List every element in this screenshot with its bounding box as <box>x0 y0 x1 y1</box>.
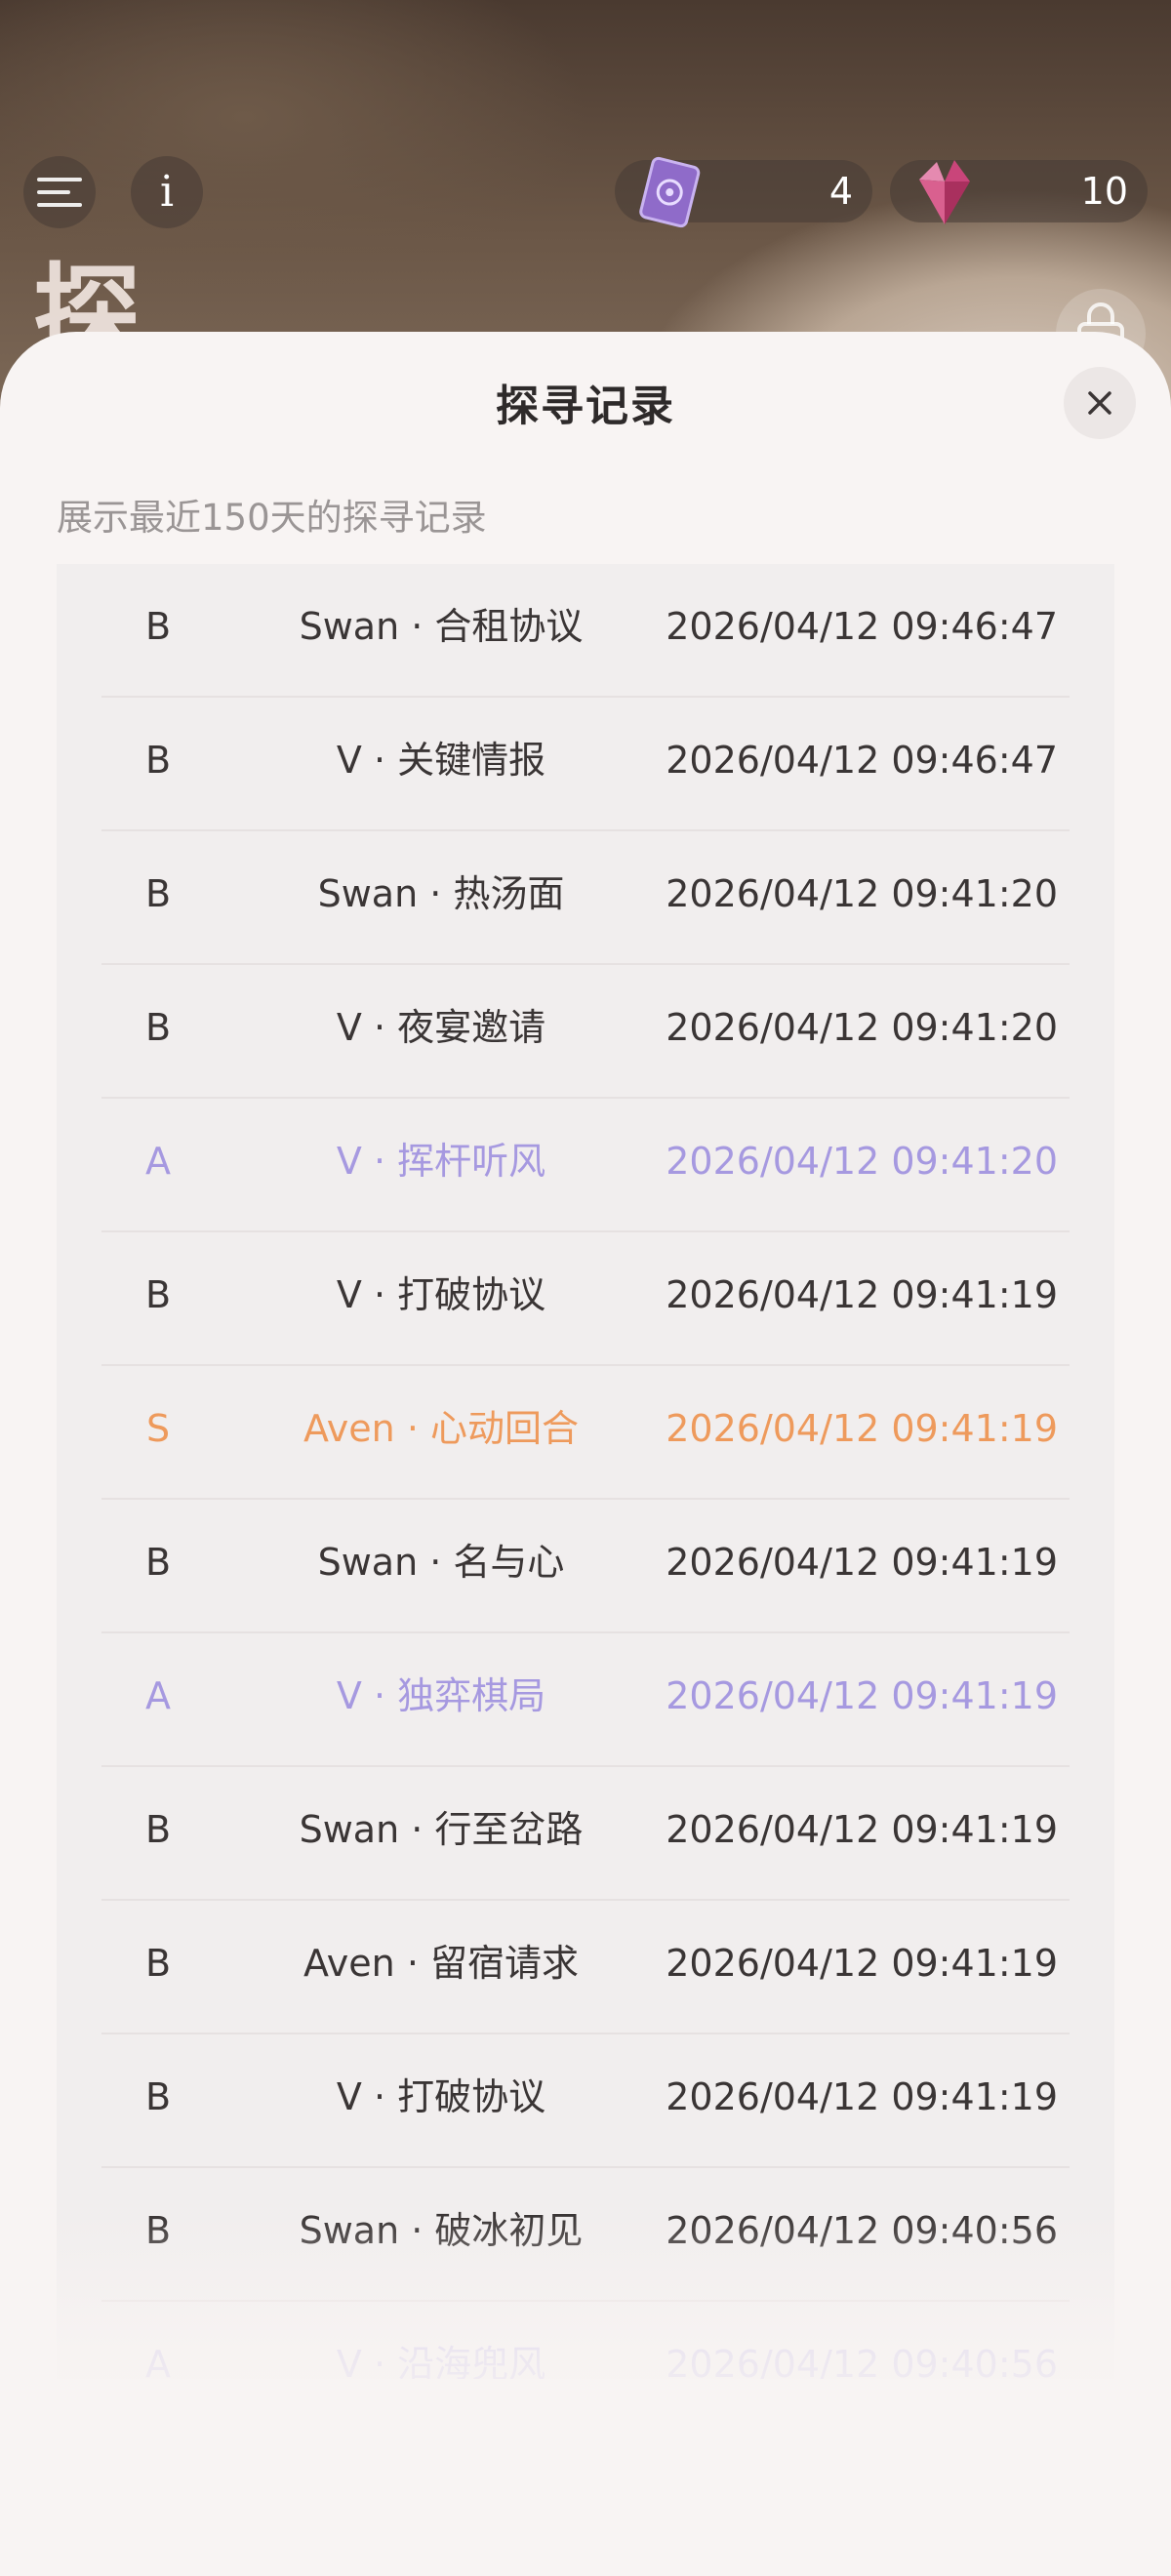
record-row: B Swan · 行至岔路 2026/04/12 09:41:19 <box>101 1767 1070 1901</box>
record-name: Swan · 热汤面 <box>317 872 565 915</box>
record-time: 2026/04/12 09:41:19 <box>666 1407 1058 1450</box>
record-period-note: 展示最近150天的探寻记录 <box>57 497 487 539</box>
record-time: 2026/04/12 09:46:47 <box>666 739 1058 782</box>
record-row: B Swan · 名与心 2026/04/12 09:41:19 <box>101 1500 1070 1633</box>
record-row: A V · 挥杆听风 2026/04/12 09:41:20 <box>101 1099 1070 1232</box>
record-rank: A <box>145 1140 171 1183</box>
record-rank: B <box>144 1808 172 1851</box>
record-rank: B <box>144 1541 172 1584</box>
close-icon <box>1088 391 1111 415</box>
record-time: 2026/04/12 09:46:47 <box>666 605 1058 648</box>
info-button[interactable]: i <box>131 156 203 228</box>
record-time: 2026/04/12 09:41:19 <box>666 1674 1058 1717</box>
record-name: Aven · 留宿请求 <box>303 1942 579 1985</box>
record-time: 2026/04/12 09:41:19 <box>666 1273 1058 1316</box>
pink-crystal-icon <box>919 160 970 224</box>
record-rank: S <box>145 1407 171 1450</box>
record-rank: B <box>144 1273 172 1316</box>
record-modal: 探寻记录 展示最近150天的探寻记录 B Swan · 合租协议 2026/04/1… <box>0 332 1171 2576</box>
record-time: 2026/04/12 09:41:19 <box>666 1541 1058 1584</box>
record-rank: B <box>144 2075 172 2118</box>
record-rank: B <box>144 1942 172 1985</box>
currency-card[interactable]: 4 <box>615 156 872 228</box>
record-name: V · 打破协议 <box>336 1273 546 1316</box>
record-time: 2026/04/12 09:41:19 <box>666 2075 1058 2118</box>
currency-crystal[interactable]: 10 <box>890 160 1148 224</box>
record-name: V · 打破协议 <box>336 2075 546 2118</box>
record-row: A V · 独弈棋局 2026/04/12 09:41:19 <box>101 1633 1070 1767</box>
record-name: V · 挥杆听风 <box>336 1140 546 1183</box>
record-name: V · 夜宴邀请 <box>336 1006 546 1049</box>
record-name: Swan · 行至岔路 <box>299 1808 584 1851</box>
record-row: B V · 夜宴邀请 2026/04/12 09:41:20 <box>101 965 1070 1099</box>
record-name: Swan · 名与心 <box>317 1541 565 1584</box>
record-time: 2026/04/12 09:41:19 <box>666 1942 1058 1985</box>
record-row: S Aven · 心动回合 2026/04/12 09:41:19 <box>101 1366 1070 1500</box>
record-name: V · 独弈棋局 <box>336 1674 546 1717</box>
info-icon: i <box>159 167 175 217</box>
record-row: B Aven · 留宿请求 2026/04/12 09:41:19 <box>101 1901 1070 2034</box>
record-row: B V · 关键情报 2026/04/12 09:46:47 <box>101 698 1070 831</box>
record-name: Swan · 合租协议 <box>299 605 584 648</box>
record-rank: B <box>144 739 172 782</box>
record-row: B V · 打破协议 2026/04/12 09:41:19 <box>101 2034 1070 2168</box>
close-button[interactable] <box>1064 367 1136 439</box>
record-rank: A <box>145 1674 171 1717</box>
record-rank: B <box>144 1006 172 1049</box>
record-name: V · 关键情报 <box>336 739 546 782</box>
record-time: 2026/04/12 09:41:20 <box>666 1006 1058 1049</box>
record-time: 2026/04/12 09:41:19 <box>666 1808 1058 1851</box>
record-time: 2026/04/12 09:41:20 <box>666 872 1058 915</box>
modal-title: 探寻记录 <box>496 382 675 431</box>
crystal-count: 10 <box>1080 170 1128 213</box>
menu-button[interactable] <box>23 156 96 228</box>
record-row: B Swan · 合租协议 2026/04/12 09:46:47 <box>101 564 1070 698</box>
record-row: B V · 打破协议 2026/04/12 09:41:19 <box>101 1232 1070 1366</box>
record-name: Aven · 心动回合 <box>303 1407 579 1450</box>
purple-card-icon <box>639 156 701 228</box>
record-list[interactable]: B Swan · 合租协议 2026/04/12 09:46:47 B V · 关键情报… <box>57 564 1114 2379</box>
record-rank: B <box>144 605 172 648</box>
record-time: 2026/04/12 09:41:20 <box>666 1140 1058 1183</box>
record-row: B Swan · 热汤面 2026/04/12 09:41:20 <box>101 831 1070 965</box>
record-rank: B <box>144 872 172 915</box>
list-fade-overlay <box>0 2215 1171 2576</box>
card-count: 4 <box>828 170 853 213</box>
